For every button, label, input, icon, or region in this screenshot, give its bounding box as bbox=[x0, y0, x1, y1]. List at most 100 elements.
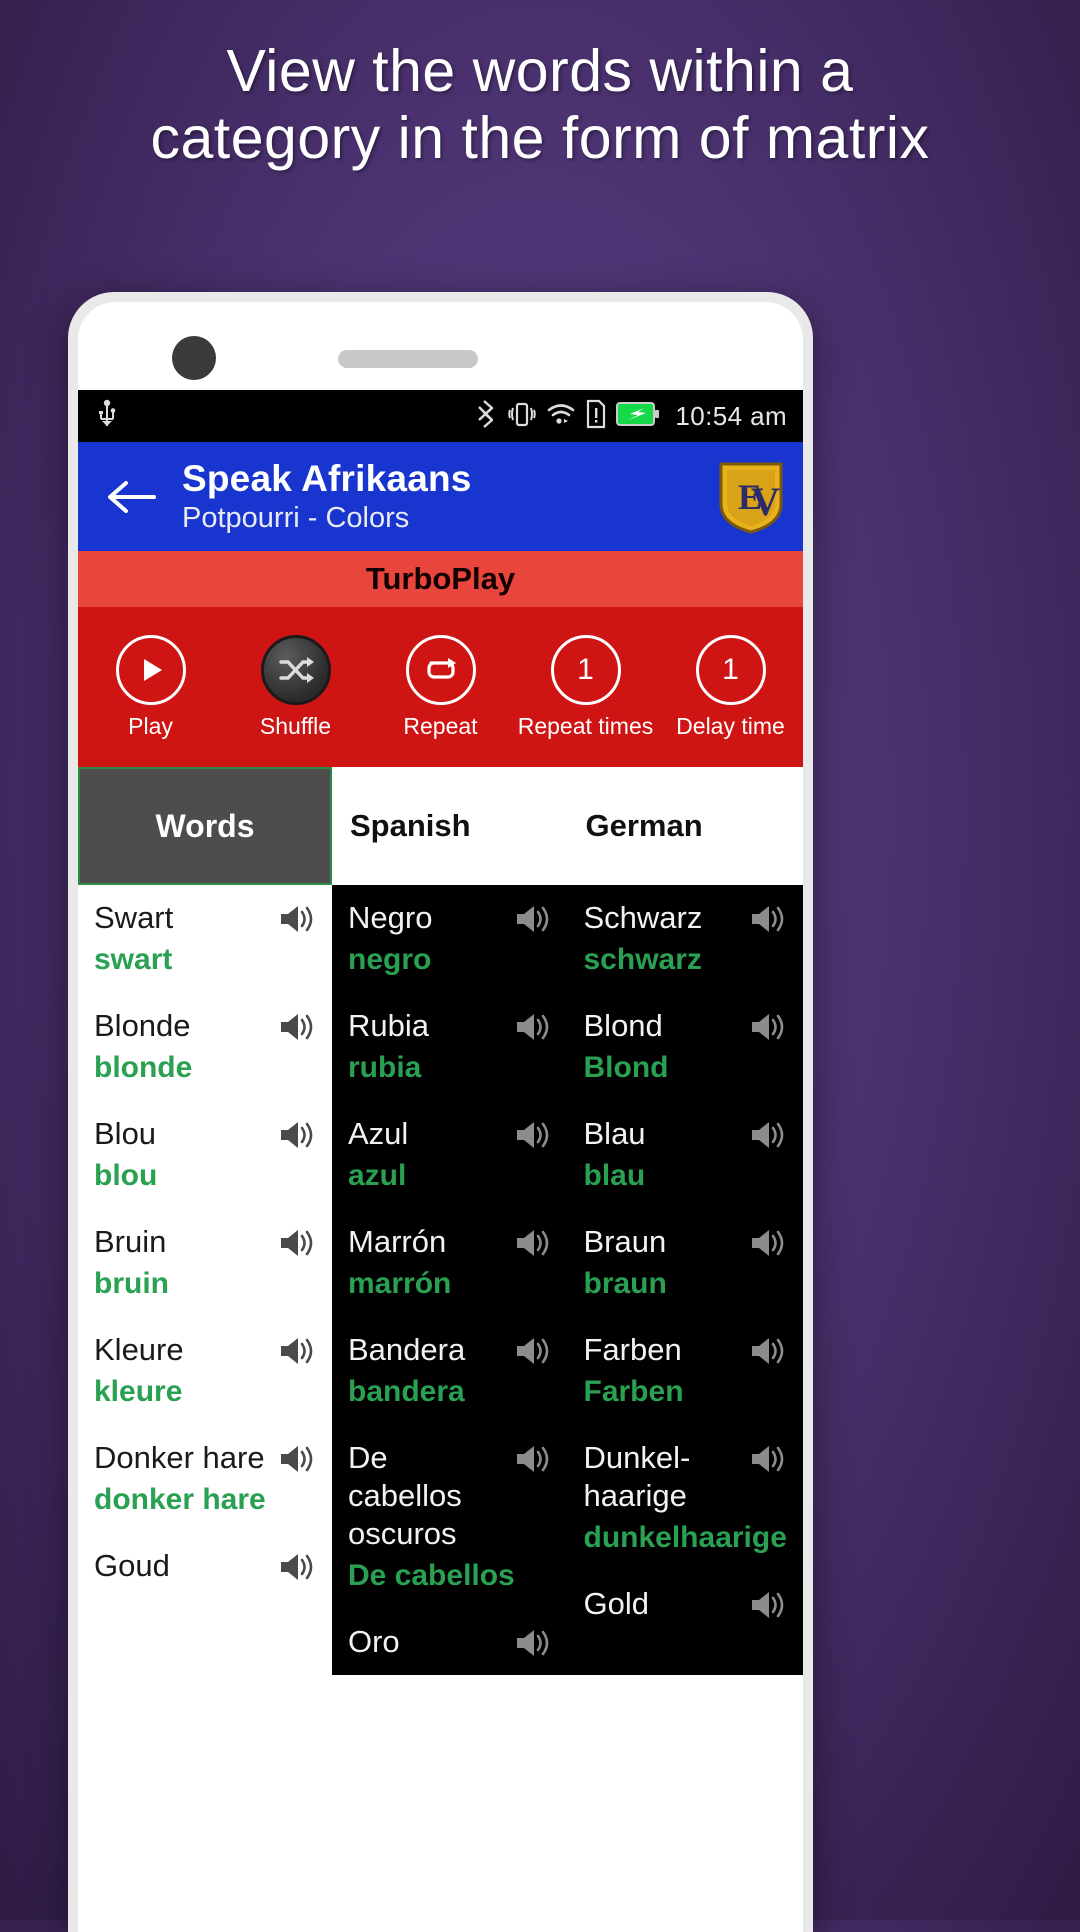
translit-text: swart bbox=[94, 943, 173, 976]
speaker-icon[interactable] bbox=[278, 1011, 318, 1043]
speaker-icon[interactable] bbox=[514, 1227, 554, 1259]
table-row[interactable]: Schwarz schwarz bbox=[568, 885, 804, 993]
speaker-icon[interactable] bbox=[749, 903, 789, 935]
translit-text: rubia bbox=[348, 1051, 422, 1084]
translit-text: dunkelhaarige bbox=[583, 1521, 787, 1554]
translit-text: negro bbox=[348, 943, 432, 976]
table-row[interactable]: Donker hare donker hare bbox=[78, 1425, 332, 1533]
word-text: De cabellos oscuros bbox=[348, 1440, 462, 1551]
app-title: Speak Afrikaans bbox=[182, 457, 472, 499]
translit-text: Blond bbox=[583, 1051, 669, 1084]
speaker-icon[interactable] bbox=[278, 1443, 318, 1475]
speaker-icon[interactable] bbox=[749, 1443, 789, 1475]
table-row[interactable]: Rubia rubia bbox=[332, 993, 568, 1101]
ev-logo-icon[interactable]: E V bbox=[717, 460, 785, 534]
status-bar: 10:54 am bbox=[78, 390, 803, 442]
speaker-icon[interactable] bbox=[278, 1551, 318, 1583]
delay-time-value: 1 bbox=[695, 634, 766, 705]
word-text: Azul bbox=[348, 1116, 409, 1151]
column-header-spanish[interactable]: Spanish bbox=[332, 767, 568, 885]
speaker-icon[interactable] bbox=[278, 1119, 318, 1151]
table-row[interactable]: Azul azul bbox=[332, 1101, 568, 1209]
word-text: Gold bbox=[583, 1586, 649, 1621]
speaker-icon[interactable] bbox=[278, 1227, 318, 1259]
speaker-icon[interactable] bbox=[514, 1627, 554, 1659]
word-text: Bandera bbox=[348, 1332, 466, 1367]
speaker-icon[interactable] bbox=[749, 1119, 789, 1151]
table-row[interactable]: Gold bbox=[568, 1571, 804, 1637]
vibrate-icon bbox=[507, 399, 537, 434]
speaker-icon[interactable] bbox=[278, 903, 318, 935]
table-row[interactable]: Bruin bruin bbox=[78, 1209, 332, 1317]
sim-alert-icon bbox=[585, 399, 607, 434]
svg-text:V: V bbox=[751, 479, 780, 524]
back-arrow-icon[interactable] bbox=[100, 477, 162, 517]
repeat-label: Repeat bbox=[403, 712, 478, 739]
column-headers: Words Spanish German bbox=[78, 767, 803, 885]
repeat-icon bbox=[405, 634, 476, 705]
translit-text: De cabellos bbox=[348, 1559, 515, 1592]
translit-text: kleure bbox=[94, 1375, 183, 1408]
translit-text: azul bbox=[348, 1159, 407, 1192]
turboplay-controls: Play Shuffle Repeat 1 Repeat times 1 Del… bbox=[78, 607, 803, 767]
table-row[interactable]: Blou blou bbox=[78, 1101, 332, 1209]
translit-text: donker hare bbox=[94, 1483, 266, 1516]
word-text: Goud bbox=[94, 1548, 170, 1583]
word-text: Blonde bbox=[94, 1008, 191, 1043]
speaker-icon[interactable] bbox=[514, 1011, 554, 1043]
delay-time-button[interactable]: 1 Delay time bbox=[658, 634, 803, 740]
translit-text: Farben bbox=[583, 1375, 684, 1408]
table-row[interactable]: Kleure kleure bbox=[78, 1317, 332, 1425]
speaker-icon[interactable] bbox=[514, 1335, 554, 1367]
speaker-icon[interactable] bbox=[749, 1227, 789, 1259]
column-german: Schwarz schwarz Blond Blond Blau blau Br… bbox=[568, 885, 804, 1675]
repeat-button[interactable]: Repeat bbox=[368, 634, 513, 740]
table-row[interactable]: Swart swart bbox=[78, 885, 332, 993]
speaker-icon[interactable] bbox=[514, 1119, 554, 1151]
word-text: Farben bbox=[583, 1332, 682, 1367]
word-text: Blond bbox=[583, 1008, 663, 1043]
table-row[interactable]: Farben Farben bbox=[568, 1317, 804, 1425]
word-text: Dunkel-haarige bbox=[583, 1440, 691, 1513]
table-row[interactable]: Blau blau bbox=[568, 1101, 804, 1209]
shuffle-button[interactable]: Shuffle bbox=[223, 634, 368, 740]
table-row[interactable]: Braun braun bbox=[568, 1209, 804, 1317]
wifi-icon bbox=[546, 399, 576, 434]
page-title: View the words within a category in the … bbox=[150, 38, 930, 171]
word-text: Blou bbox=[94, 1116, 157, 1151]
speaker-icon[interactable] bbox=[749, 1589, 789, 1621]
shuffle-label: Shuffle bbox=[259, 712, 332, 739]
speaker-icon[interactable] bbox=[749, 1011, 789, 1043]
table-row[interactable]: Blond Blond bbox=[568, 993, 804, 1101]
table-row[interactable]: Oro bbox=[332, 1609, 568, 1675]
word-text: Donker hare bbox=[94, 1440, 265, 1475]
table-row[interactable]: Marrón marrón bbox=[332, 1209, 568, 1317]
earpiece-speaker bbox=[338, 350, 478, 368]
phone-mockup: 10:54 am Speak Afrikaans Potpourri - Col… bbox=[68, 292, 813, 1932]
speaker-icon[interactable] bbox=[514, 903, 554, 935]
table-row[interactable]: Negro negro bbox=[332, 885, 568, 993]
speaker-icon[interactable] bbox=[278, 1335, 318, 1367]
speaker-icon[interactable] bbox=[514, 1443, 554, 1475]
app-subtitle: Potpourri - Colors bbox=[182, 501, 410, 534]
play-button[interactable]: Play bbox=[78, 634, 223, 740]
table-row[interactable]: De cabellos oscuros De cabellos bbox=[332, 1425, 568, 1609]
shuffle-icon bbox=[260, 634, 331, 705]
column-header-german[interactable]: German bbox=[568, 767, 804, 885]
repeat-times-button[interactable]: 1 Repeat times bbox=[513, 634, 658, 740]
table-row[interactable]: Goud bbox=[78, 1533, 332, 1599]
translit-text: blonde bbox=[94, 1051, 193, 1084]
play-icon bbox=[115, 634, 186, 705]
word-text: Bruin bbox=[94, 1224, 167, 1259]
camera-icon bbox=[172, 336, 216, 380]
word-text: Rubia bbox=[348, 1008, 429, 1043]
table-row[interactable]: Blonde blonde bbox=[78, 993, 332, 1101]
battery-charging-icon bbox=[616, 401, 660, 432]
translit-text: braun bbox=[583, 1267, 667, 1300]
speaker-icon[interactable] bbox=[749, 1335, 789, 1367]
play-label: Play bbox=[128, 712, 173, 739]
table-row[interactable]: Dunkel-haarige dunkelhaarige bbox=[568, 1425, 804, 1571]
column-header-words[interactable]: Words bbox=[78, 767, 332, 885]
translit-text: bandera bbox=[348, 1375, 465, 1408]
table-row[interactable]: Bandera bandera bbox=[332, 1317, 568, 1425]
